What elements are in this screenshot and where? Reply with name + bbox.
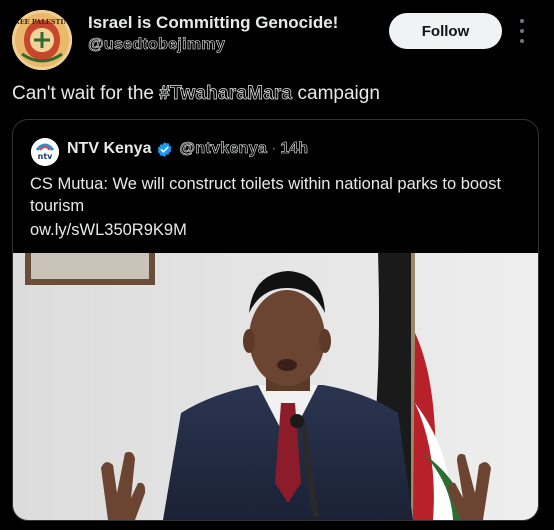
- quoted-post[interactable]: ntv NTV Kenya @ntvkenya · 14h CS Mutua: …: [12, 119, 539, 521]
- post-text-before: Can't wait for the: [12, 83, 160, 104]
- avatar-text: FREE PALESTINE: [12, 18, 72, 26]
- author-display-name[interactable]: Israel is Committing Genocide!: [88, 13, 338, 33]
- hashtag-link[interactable]: #TwaharaMara: [159, 83, 293, 105]
- quote-avatar-text: ntv: [38, 152, 54, 161]
- quote-text: CS Mutua: We will construct toilets with…: [30, 175, 502, 215]
- quote-link[interactable]: ow.ly/sWL350R9K9M: [30, 219, 187, 241]
- quote-separator: ·: [271, 140, 277, 157]
- quote-timestamp[interactable]: 14h: [280, 140, 308, 158]
- follow-button[interactable]: Follow: [389, 13, 502, 49]
- quote-author-name[interactable]: NTV Kenya: [67, 140, 151, 158]
- author-handle[interactable]: @usedtobejimmy: [88, 34, 338, 56]
- author-avatar[interactable]: FREE PALESTINE: [12, 10, 72, 70]
- quote-photo[interactable]: [13, 253, 538, 520]
- author-info[interactable]: Israel is Committing Genocide! @usedtobe…: [88, 13, 339, 56]
- quote-header: NTV Kenya @ntvkenya · 14h: [67, 140, 308, 158]
- more-vertical-icon[interactable]: [516, 19, 528, 43]
- quote-author-handle[interactable]: @ntvkenya: [179, 140, 267, 158]
- quote-author-avatar[interactable]: ntv: [31, 138, 59, 166]
- post: FREE PALESTINE Israel is Committing Geno…: [0, 0, 554, 530]
- post-text: Can't wait for the #TwaharaMara campaign: [12, 82, 380, 106]
- verified-badge-icon: [158, 141, 172, 157]
- post-text-after: campaign: [292, 83, 380, 104]
